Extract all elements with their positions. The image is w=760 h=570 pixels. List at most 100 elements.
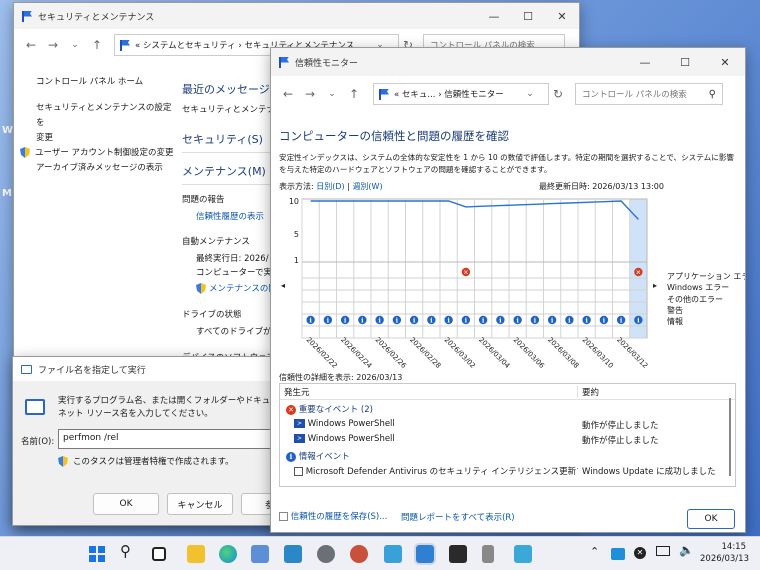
tray-app-icon[interactable]	[611, 548, 625, 560]
row-label-app-errors: アプリケーション エラー	[667, 272, 745, 281]
uac-label: ユーザー アカウント制御設定の変更	[35, 148, 174, 158]
taskbar	[0, 536, 760, 570]
settings-icon[interactable]	[317, 545, 335, 563]
minimize-button[interactable]: —	[477, 3, 511, 29]
close-button[interactable]: ✕	[545, 3, 579, 29]
app-icon[interactable]	[350, 545, 368, 563]
notepad-icon[interactable]	[384, 545, 402, 563]
performance-icon[interactable]	[284, 545, 302, 563]
view-weeks-link[interactable]: 週別(W)	[352, 182, 382, 191]
event-source: Microsoft Defender Antivirus のセキュリティ インテ…	[305, 467, 578, 477]
view-by-row: 表示方法: 日別(D) | 週別(W)	[279, 181, 383, 192]
flag-icon	[120, 39, 130, 51]
device-icon[interactable]	[482, 545, 494, 563]
page-heading: 最近のメッセージを	[182, 83, 281, 96]
rm-desc-line1: 安定性インデックスは、システムの全体的な安定性を 1 から 10 の数値で評価し…	[279, 153, 735, 162]
shield-icon	[58, 456, 68, 467]
run-ok-button[interactable]: OK	[93, 493, 159, 515]
event-summary: 動作が停止しました	[582, 436, 659, 446]
terminal-icon[interactable]	[449, 545, 467, 563]
rm-desc-line2: を与えた特定のハードウェアとソフトウェアの問題を確認することができます。	[279, 165, 552, 174]
tray-close-icon[interactable]: ✕	[634, 547, 646, 559]
date-tick-label: 2026/02/26	[374, 336, 409, 371]
col-summary[interactable]: 要約	[578, 386, 599, 398]
row-label-other-errors: その他のエラー	[667, 294, 723, 304]
search-icon: ⚲	[708, 88, 716, 100]
scroll-left-arrow[interactable]: ◂	[281, 281, 285, 290]
search-icon[interactable]: ⚲	[120, 542, 131, 560]
rm-search-input[interactable]: コントロール パネルの検索 ⚲	[575, 83, 723, 105]
tray-chevron-icon[interactable]: ⌃	[590, 545, 599, 558]
run-cancel-button[interactable]: キャンセル	[167, 493, 233, 515]
clock[interactable]: 14:15 2026/03/13	[700, 541, 749, 565]
table-row[interactable]: > Windows PowerShell 動作が停止しました	[280, 419, 735, 431]
error-x-glyph: ✕	[636, 269, 641, 277]
row-source-cell: Microsoft Defender Antivirus のセキュリティ インテ…	[280, 465, 578, 477]
scroll-right-arrow[interactable]: ▸	[653, 281, 657, 290]
task-view-icon[interactable]	[152, 547, 166, 561]
back-icon[interactable]: ←	[277, 87, 299, 101]
section-maintenance[interactable]: メンテナンス(M)	[182, 163, 282, 185]
details-table: 発生元 要約 ✕ 重要なイベント (2) > Windows PowerShel…	[279, 383, 736, 487]
table-header: 発生元 要約	[280, 384, 735, 400]
desktop-icon-m[interactable]: M	[2, 188, 12, 199]
info-icon: i	[286, 451, 296, 462]
run-desc-line2: ネット リソース名を入力してください。	[58, 409, 213, 419]
back-icon[interactable]: ←	[20, 38, 42, 52]
rm-ok-button[interactable]: OK	[687, 509, 735, 529]
file-explorer-icon[interactable]	[187, 545, 205, 563]
refresh-icon[interactable]: ↻	[547, 87, 569, 101]
auto-maintenance-label: 自動メンテナンス	[182, 237, 250, 247]
link-change-settings[interactable]: セキュリティとメンテナンスの設定を	[36, 101, 176, 131]
critical-group[interactable]: ✕ 重要なイベント (2)	[280, 400, 735, 415]
volume-icon[interactable]: 🔈	[679, 543, 694, 557]
dropdown-icon[interactable]: ⌄	[519, 89, 541, 99]
date-tick-label: 2026/02/22	[305, 336, 339, 370]
link-control-panel-home[interactable]: コントロール パネル ホーム	[36, 75, 176, 90]
view-all-reports-link[interactable]: 問題レポートをすべて表示(R)	[401, 511, 515, 523]
section-security[interactable]: セキュリティ(S)	[182, 131, 282, 153]
table-scrollbar[interactable]	[729, 398, 731, 476]
col-source[interactable]: 発生元	[280, 385, 578, 398]
rm-minimize-button[interactable]: —	[625, 49, 665, 75]
forward-icon[interactable]: →	[42, 38, 64, 52]
link-archived-messages[interactable]: アーカイブ済みメッセージの表示	[36, 161, 176, 176]
view-days-link[interactable]: 日別(D)	[316, 182, 344, 191]
run-title-bar: ファイル名を指定して実行	[13, 357, 279, 381]
start-icon[interactable]	[89, 546, 105, 562]
table-row[interactable]: > Windows PowerShell 動作が停止しました	[280, 434, 735, 446]
recent-icon[interactable]: ⌄	[321, 89, 343, 99]
powershell-icon: >	[294, 419, 305, 428]
remote-icon[interactable]	[514, 545, 532, 563]
y-tick-label: 1	[294, 256, 299, 265]
forward-icon[interactable]: →	[299, 87, 321, 101]
network-icon[interactable]	[656, 546, 670, 556]
save-history-link[interactable]: 信頼性の履歴を保存(S)...	[279, 510, 387, 522]
run-name-value: perfmon /rel	[63, 433, 119, 443]
up-icon[interactable]: ↑	[343, 87, 365, 101]
reliability-monitor-window: 信頼性モニター — ☐ ✕ ← → ⌄ ↑ « セキュ... › 信頼性モニター…	[270, 47, 746, 533]
info-group[interactable]: i 情報イベント	[280, 446, 735, 462]
edge-icon[interactable]	[219, 545, 237, 563]
maximize-button[interactable]: ☐	[511, 3, 545, 29]
clock-time: 14:15	[721, 542, 747, 552]
event-summary: Windows Update に成功しました	[582, 467, 716, 477]
up-icon[interactable]: ↑	[86, 38, 108, 52]
rm-maximize-button[interactable]: ☐	[665, 49, 705, 75]
flag-icon	[379, 88, 389, 100]
desktop-icon-word[interactable]: W	[2, 125, 13, 136]
control-panel-icon[interactable]	[251, 545, 269, 563]
run-desc-line1: 実行するプログラム名、または開くフォルダーやドキュメント名、インター	[58, 396, 279, 406]
recent-icon[interactable]: ⌄	[64, 40, 86, 50]
event-source: Windows PowerShell	[307, 419, 395, 429]
table-row[interactable]: Microsoft Defender Antivirus のセキュリティ インテ…	[280, 465, 735, 477]
title-bar: セキュリティとメンテナンス — ☐ ✕	[14, 3, 579, 29]
date-tick-label: 2026/03/04	[477, 336, 512, 371]
link-uac-settings[interactable]: ユーザー アカウント制御設定の変更	[20, 146, 176, 161]
rm-close-button[interactable]: ✕	[705, 49, 745, 75]
link-change-settings-2[interactable]: 変更	[36, 131, 176, 146]
reliability-taskbar-icon[interactable]	[414, 543, 436, 565]
run-name-input[interactable]: perfmon /rel	[58, 429, 279, 449]
date-tick-label: 2026/02/24	[339, 336, 374, 371]
rm-nav-bar: ← → ⌄ ↑ « セキュ... › 信頼性モニター ⌄ ↻ コントロール パネ…	[271, 76, 745, 112]
